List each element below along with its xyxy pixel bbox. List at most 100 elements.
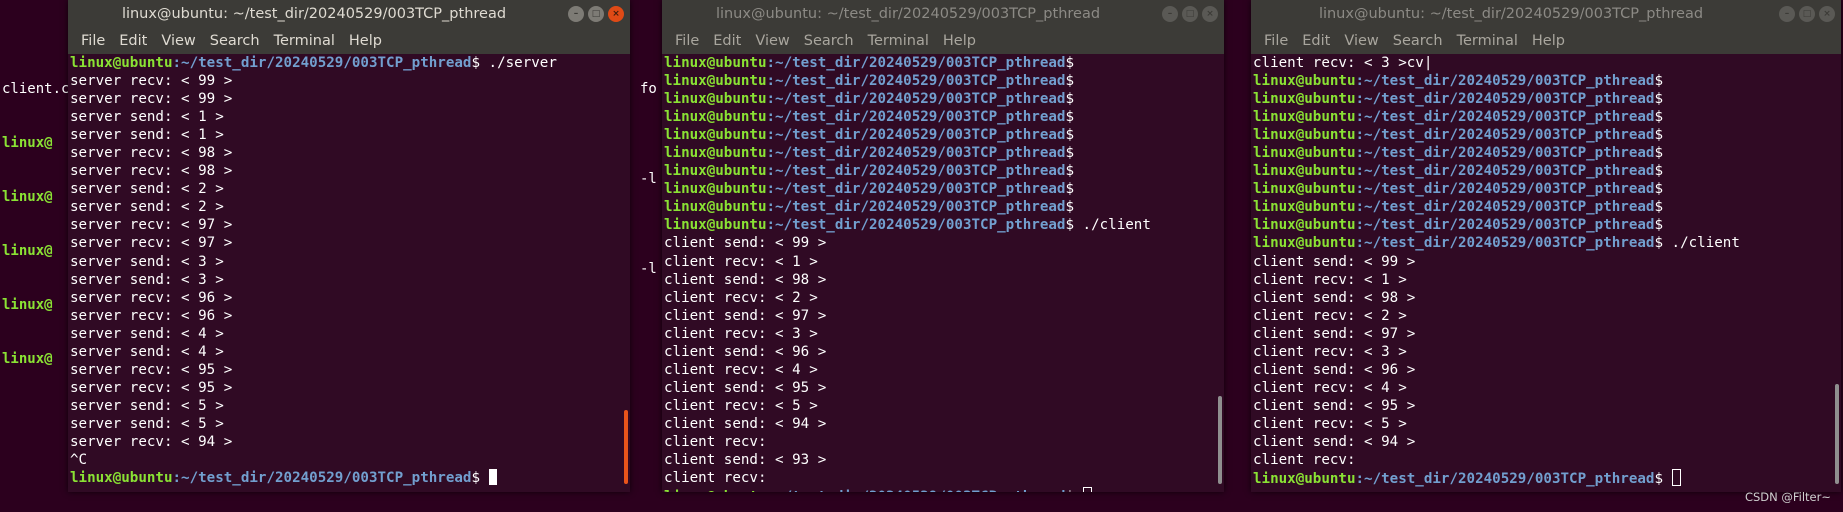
close-button[interactable]: × bbox=[1819, 6, 1835, 22]
menu-file[interactable]: File bbox=[1257, 28, 1295, 54]
output-line: client recv: < 3 > bbox=[664, 325, 818, 342]
window-titlebar[interactable]: linux@ubuntu: ~/test_dir/20240529/003TCP… bbox=[662, 0, 1224, 28]
prompt-symbol: $ bbox=[1065, 181, 1075, 198]
terminal-window-server[interactable]: linux@ubuntu: ~/test_dir/20240529/003TCP… bbox=[68, 0, 630, 492]
prompt-path: :~/test_dir/20240529/003TCP_pthread bbox=[172, 470, 472, 487]
menu-edit[interactable]: Edit bbox=[706, 28, 748, 54]
output-line: client send: < 99 > bbox=[1253, 253, 1416, 270]
menu-bar: File Edit View Search Terminal Help bbox=[68, 28, 630, 54]
bg-line: linux@ bbox=[2, 135, 53, 151]
menu-view[interactable]: View bbox=[154, 28, 202, 54]
prompt-user: linux@ubuntu bbox=[664, 127, 767, 144]
prompt-symbol: $ bbox=[1654, 145, 1664, 162]
prompt-path: :~/test_dir/20240529/003TCP_pthread bbox=[766, 145, 1066, 162]
prompt-user: linux@ubuntu bbox=[664, 73, 767, 90]
prompt-symbol: $ bbox=[1654, 199, 1664, 216]
output-line: server send: < 4 > bbox=[70, 325, 224, 342]
command-text bbox=[1074, 489, 1083, 492]
background-terminal-left: client.c linux@ linux@ linux@ linux@ lin… bbox=[2, 44, 69, 386]
prompt-line: linux@ubuntu:~/test_dir/20240529/003TCP_… bbox=[1253, 234, 1841, 252]
window-titlebar[interactable]: linux@ubuntu: ~/test_dir/20240529/003TCP… bbox=[68, 0, 630, 28]
menu-help[interactable]: Help bbox=[342, 28, 389, 54]
output-line: server recv: < 98 > bbox=[70, 145, 233, 162]
output-line: client send: < 97 > bbox=[1253, 325, 1416, 342]
menu-terminal[interactable]: Terminal bbox=[861, 28, 936, 54]
prompt-symbol: $ bbox=[1654, 73, 1664, 90]
menu-edit[interactable]: Edit bbox=[1295, 28, 1337, 54]
output-line: server send: < 1 > bbox=[70, 127, 224, 144]
close-button[interactable]: × bbox=[1202, 6, 1218, 22]
terminal-window-client-2[interactable]: linux@ubuntu: ~/test_dir/20240529/003TCP… bbox=[1251, 0, 1841, 492]
minimize-button[interactable]: – bbox=[1779, 6, 1795, 22]
window-title: linux@ubuntu: ~/test_dir/20240529/003TCP… bbox=[715, 6, 1101, 22]
prompt-path: :~/test_dir/20240529/003TCP_pthread bbox=[766, 217, 1066, 234]
menu-view[interactable]: View bbox=[1337, 28, 1385, 54]
output-line: client recv: < 3 >cv| bbox=[1253, 55, 1433, 71]
output-line: client send: < 94 > bbox=[664, 415, 827, 432]
prompt-line: linux@ubuntu:~/test_dir/20240529/003TCP_… bbox=[664, 108, 1224, 126]
maximize-button[interactable]: □ bbox=[1799, 6, 1815, 22]
menu-help[interactable]: Help bbox=[936, 28, 983, 54]
command-text: ./client bbox=[1074, 217, 1151, 234]
prompt-line: linux@ubuntu:~/test_dir/20240529/003TCP_… bbox=[664, 487, 1224, 492]
menu-edit[interactable]: Edit bbox=[112, 28, 154, 54]
window-titlebar[interactable]: linux@ubuntu: ~/test_dir/20240529/003TCP… bbox=[1251, 0, 1841, 28]
maximize-button[interactable]: □ bbox=[588, 6, 604, 22]
prompt-user: linux@ubuntu bbox=[664, 489, 767, 492]
minimize-button[interactable]: – bbox=[1162, 6, 1178, 22]
menu-search[interactable]: Search bbox=[203, 28, 267, 54]
prompt-user: linux@ubuntu bbox=[664, 181, 767, 198]
prompt-line: linux@ubuntu:~/test_dir/20240529/003TCP_… bbox=[664, 216, 1224, 234]
prompt-line: linux@ubuntu:~/test_dir/20240529/003TCP_… bbox=[664, 90, 1224, 108]
menu-search[interactable]: Search bbox=[1386, 28, 1450, 54]
terminal-window-client-1[interactable]: linux@ubuntu: ~/test_dir/20240529/003TCP… bbox=[662, 0, 1224, 492]
output-line: server recv: < 97 > bbox=[70, 235, 233, 252]
prompt-line: linux@ubuntu:~/test_dir/20240529/003TCP_… bbox=[1253, 126, 1841, 144]
output-line: client recv: < 5 > bbox=[664, 397, 818, 414]
bg-line: client.c bbox=[2, 81, 70, 97]
bg-line: fo bbox=[640, 81, 657, 97]
scrollbar[interactable] bbox=[1218, 396, 1222, 484]
prompt-path: :~/test_dir/20240529/003TCP_pthread bbox=[766, 91, 1066, 108]
output-line: server send: < 4 > bbox=[70, 343, 224, 360]
close-button[interactable]: × bbox=[608, 6, 624, 22]
menu-terminal[interactable]: Terminal bbox=[1450, 28, 1525, 54]
scrollbar[interactable] bbox=[1835, 384, 1839, 484]
window-title: linux@ubuntu: ~/test_dir/20240529/003TCP… bbox=[121, 6, 507, 22]
menu-view[interactable]: View bbox=[748, 28, 796, 54]
menu-bar: File Edit View Search Terminal Help bbox=[662, 28, 1224, 54]
menu-file[interactable]: File bbox=[74, 28, 112, 54]
prompt-user: linux@ubuntu bbox=[664, 217, 767, 234]
prompt-symbol: $ bbox=[1654, 91, 1664, 108]
prompt-line: linux@ubuntu:~/test_dir/20240529/003TCP_… bbox=[70, 469, 630, 487]
minimize-button[interactable]: – bbox=[568, 6, 584, 22]
text-cursor bbox=[488, 469, 497, 486]
menu-file[interactable]: File bbox=[668, 28, 706, 54]
prompt-symbol: $ bbox=[1654, 163, 1664, 180]
bg-line: linux@ bbox=[2, 297, 53, 313]
menu-search[interactable]: Search bbox=[797, 28, 861, 54]
menu-bar: File Edit View Search Terminal Help bbox=[1251, 28, 1841, 54]
prompt-symbol: $ bbox=[1654, 217, 1664, 234]
scrollbar[interactable] bbox=[624, 410, 628, 484]
prompt-user: linux@ubuntu bbox=[1253, 217, 1356, 234]
output-line: client send: < 94 > bbox=[1253, 433, 1416, 450]
menu-help[interactable]: Help bbox=[1525, 28, 1572, 54]
output-line: server recv: < 95 > bbox=[70, 379, 233, 396]
output-line: server send: < 1 > bbox=[70, 109, 224, 126]
maximize-button[interactable]: □ bbox=[1182, 6, 1198, 22]
prompt-symbol: $ bbox=[1654, 127, 1664, 144]
prompt-user: linux@ubuntu bbox=[1253, 235, 1356, 252]
terminal-output[interactable]: client recv: < 3 >cv| linux@ubuntu:~/test… bbox=[1251, 54, 1841, 492]
output-line: client recv: < 3 > bbox=[1253, 343, 1407, 360]
window-title: linux@ubuntu: ~/test_dir/20240529/003TCP… bbox=[1318, 6, 1704, 22]
prompt-line: linux@ubuntu:~/test_dir/20240529/003TCP_… bbox=[664, 198, 1224, 216]
prompt-user: linux@ubuntu bbox=[70, 470, 173, 487]
terminal-output[interactable]: linux@ubuntu:~/test_dir/20240529/003TCP_… bbox=[68, 54, 630, 492]
output-line: client send: < 98 > bbox=[664, 271, 827, 288]
prompt-line: linux@ubuntu:~/test_dir/20240529/003TCP_… bbox=[664, 126, 1224, 144]
menu-terminal[interactable]: Terminal bbox=[267, 28, 342, 54]
terminal-output[interactable]: linux@ubuntu:~/test_dir/20240529/003TCP_… bbox=[662, 54, 1224, 492]
output-line: client recv: bbox=[664, 433, 767, 450]
output-line: server recv: < 96 > bbox=[70, 307, 233, 324]
